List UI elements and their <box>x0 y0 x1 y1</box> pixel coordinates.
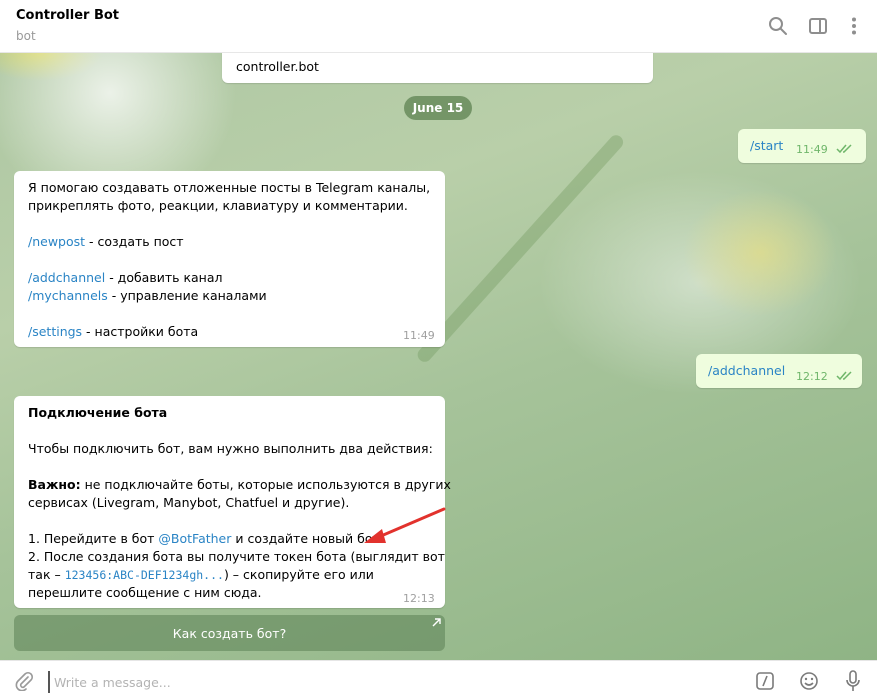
double-check-icon <box>836 144 852 154</box>
message-time: 11:49 <box>403 329 435 342</box>
command-link-newpost[interactable]: /newpost <box>28 234 85 249</box>
chat-title[interactable]: Controller Bot <box>16 8 119 23</box>
message-heading: Подключение бота <box>28 405 168 420</box>
message-time: 12:13 <box>403 592 435 605</box>
emoji-icon[interactable] <box>797 669 821 693</box>
microphone-icon[interactable] <box>841 669 865 693</box>
inline-button-how-to-create-bot[interactable]: Как создать бот? <box>14 615 445 651</box>
outgoing-message-addchannel: /addchannel 12:12 <box>696 354 862 388</box>
background-flower-stem <box>414 132 626 365</box>
outgoing-message-start: /start 11:49 <box>738 129 866 163</box>
command-link-addchannel[interactable]: /addchannel <box>28 270 105 285</box>
more-vertical-icon[interactable] <box>842 14 866 38</box>
command-link-mychannels[interactable]: /mychannels <box>28 288 108 303</box>
botfather-link[interactable]: @BotFather <box>158 531 231 546</box>
command-icon[interactable] <box>753 669 777 693</box>
command-link-addchannel-sent[interactable]: /addchannel <box>708 363 785 378</box>
chat-header: Controller Bot bot <box>0 0 877 53</box>
chat-subtitle: bot <box>16 29 36 43</box>
message-composer <box>0 660 877 700</box>
message-time: 12:12 <box>796 370 828 383</box>
date-separator: June 15 <box>404 96 472 120</box>
command-link-settings[interactable]: /settings <box>28 324 82 339</box>
sidebar-toggle-icon[interactable] <box>806 14 830 38</box>
chat-history[interactable]: controller.bot June 15 /start 11:49 Я по… <box>0 53 877 660</box>
token-example[interactable]: 123456:ABC-DEF1234gh... <box>65 568 224 582</box>
double-check-icon <box>836 371 852 381</box>
search-icon[interactable] <box>766 14 790 38</box>
bot-message-partial: controller.bot <box>222 53 653 83</box>
message-input[interactable] <box>48 671 728 693</box>
bot-message-help: Я помогаю создавать отложенные посты в T… <box>14 171 445 347</box>
command-link-start[interactable]: /start <box>750 138 783 153</box>
paperclip-icon[interactable] <box>12 669 36 693</box>
external-link-arrow-icon <box>432 618 441 627</box>
message-time: 11:49 <box>796 143 828 156</box>
red-arrow-annotation-icon <box>364 507 446 543</box>
